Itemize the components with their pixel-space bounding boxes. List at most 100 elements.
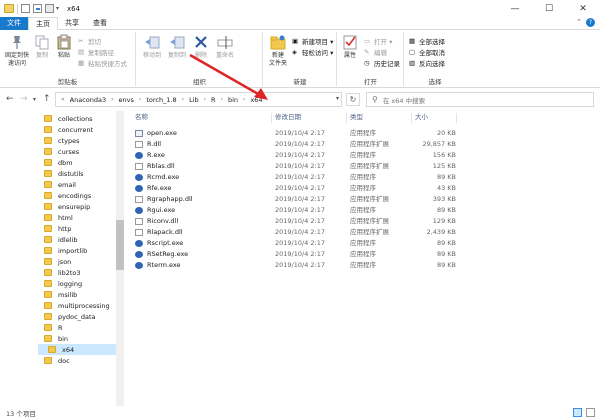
address-dropdown-icon[interactable]: ▾ [336, 95, 339, 102]
easy-access-button[interactable]: ◈ 轻松访问 ▾ [292, 47, 333, 57]
column-header-size[interactable]: 大小 [415, 111, 428, 124]
open-button[interactable]: ▭ 打开 ▾ [364, 36, 392, 46]
tab-file[interactable]: 文件 [0, 17, 28, 30]
help-icon[interactable]: ? [586, 18, 595, 27]
select-all-button[interactable]: ▦ 全部选择 [409, 36, 445, 46]
tree-item[interactable]: msilib [44, 289, 77, 300]
breadcrumb-lib[interactable]: Lib [189, 96, 199, 104]
tab-home[interactable]: 主页 [28, 17, 58, 31]
tree-item[interactable]: doc [44, 355, 70, 366]
overflow-icon[interactable]: « [61, 96, 65, 103]
table-row[interactable]: Rfe.exe 2019/10/4 2:17 应用程序 43 KB [132, 183, 456, 194]
tree-item[interactable]: email [44, 179, 76, 190]
tab-share[interactable]: 共享 [58, 17, 86, 30]
file-size: 89 KB [436, 250, 456, 258]
copy-path-button[interactable]: ▤ 复制路径 [78, 47, 114, 57]
large-icons-view-icon[interactable] [586, 408, 595, 417]
tree-item[interactable]: http [44, 223, 71, 234]
column-divider[interactable] [346, 113, 347, 123]
invert-selection-button[interactable]: ▧ 反向选择 [409, 58, 445, 68]
tree-item-selected[interactable]: x64 [38, 344, 116, 355]
table-row[interactable]: Rgui.exe 2019/10/4 2:17 应用程序 89 KB [132, 205, 456, 216]
maximize-button[interactable]: ☐ [532, 0, 566, 17]
paste-shortcut-button[interactable]: ▦ 粘贴快捷方式 [78, 58, 127, 68]
paste-button[interactable]: 粘贴 [55, 34, 73, 60]
properties-button[interactable]: 属性 [340, 34, 360, 60]
column-divider[interactable] [271, 113, 272, 123]
up-icon[interactable]: ↑ [43, 94, 51, 104]
tree-item[interactable]: importlib [44, 245, 87, 256]
folder-icon [44, 181, 52, 188]
copy-button[interactable]: 复制 [33, 34, 51, 60]
table-row[interactable]: Rlapack.dll 2019/10/4 2:17 应用程序扩展 2,439 KB [132, 227, 456, 238]
table-row[interactable]: Rblas.dll 2019/10/4 2:17 应用程序扩展 125 KB [132, 161, 456, 172]
column-divider[interactable] [411, 113, 412, 123]
minimize-button[interactable]: — [498, 0, 532, 17]
tree-item[interactable]: json [44, 256, 71, 267]
breadcrumb-envs[interactable]: envs [119, 96, 134, 104]
chevron-down-icon[interactable]: ▾ [56, 5, 59, 12]
details-view-icon[interactable] [573, 408, 582, 417]
table-row[interactable]: Rgraphapp.dll 2019/10/4 2:17 应用程序扩展 393 KB [132, 194, 456, 205]
tree-item[interactable]: ensurepip [44, 201, 90, 212]
breadcrumb-anaconda3[interactable]: Anaconda3 [70, 96, 106, 104]
table-row[interactable]: open.exe 2019/10/4 2:17 应用程序 20 KB [132, 128, 456, 139]
cut-button[interactable]: ✂ 剪切 [78, 36, 101, 46]
edit-button[interactable]: ✎ 编辑 [364, 47, 387, 57]
column-header-date[interactable]: 修改日期 [275, 111, 301, 124]
search-input[interactable]: ⚲ 在 x64 中搜索 [366, 92, 594, 107]
delete-label: 删除 [194, 52, 207, 59]
new-folder-quick-icon[interactable] [33, 4, 42, 13]
pin-quick-access-button[interactable]: 固定到快 速访问 [3, 34, 31, 68]
recent-chevron-icon[interactable]: ▾ [33, 96, 36, 103]
tab-view[interactable]: 查看 [86, 17, 114, 30]
copy-to-button[interactable]: 复制到 [165, 34, 189, 60]
tree-item[interactable]: html [44, 212, 73, 223]
tree-item[interactable]: R [44, 322, 63, 333]
tree-item[interactable]: collections [44, 113, 93, 124]
tree-item[interactable]: lib2to3 [44, 267, 81, 278]
breadcrumb-r[interactable]: R [211, 96, 216, 104]
properties-quick-icon[interactable] [21, 4, 30, 13]
tree-item[interactable]: concurrent [44, 124, 93, 135]
chevron-up-icon[interactable]: ⌃ [576, 18, 582, 26]
tree-item[interactable]: logging [44, 278, 82, 289]
tree-item[interactable]: dbm [44, 157, 73, 168]
tree-item[interactable]: multiprocessing [44, 300, 110, 311]
column-header-type[interactable]: 类型 [350, 111, 363, 124]
tree-item[interactable]: pydoc_data [44, 311, 96, 322]
table-row[interactable]: Rscript.exe 2019/10/4 2:17 应用程序 89 KB [132, 238, 456, 249]
table-row[interactable]: Rcmd.exe 2019/10/4 2:17 应用程序 89 KB [132, 172, 456, 183]
address-bar[interactable]: « Anaconda3 › envs › torch_1.8 › Lib › R… [55, 92, 342, 107]
delete-button[interactable]: 删除 [191, 34, 211, 60]
column-divider[interactable] [456, 113, 457, 123]
breadcrumb-torch[interactable]: torch_1.8 [146, 96, 176, 104]
table-row[interactable]: RSetReg.exe 2019/10/4 2:17 应用程序 89 KB [132, 249, 456, 260]
tree-item[interactable]: encodings [44, 190, 91, 201]
tree-item[interactable]: curses [44, 146, 79, 157]
tree-item[interactable]: distutils [44, 168, 84, 179]
breadcrumb-bin[interactable]: bin [228, 96, 238, 104]
column-header-name[interactable]: 名称 [135, 111, 148, 124]
select-none-button[interactable]: ▢ 全部取消 [409, 47, 445, 57]
table-row[interactable]: R.dll 2019/10/4 2:17 应用程序扩展 29,857 KB [132, 139, 456, 150]
breadcrumb-x64[interactable]: x64 [250, 96, 262, 104]
close-button[interactable]: ✕ [566, 0, 600, 17]
table-row[interactable]: Rterm.exe 2019/10/4 2:17 应用程序 89 KB [132, 260, 456, 271]
tree-item[interactable]: ctypes [44, 135, 79, 146]
table-row[interactable]: Riconv.dll 2019/10/4 2:17 应用程序扩展 129 KB [132, 216, 456, 227]
new-folder-button[interactable]: 新建 文件夹 [266, 34, 290, 68]
tree-scrollbar-thumb[interactable] [116, 220, 124, 270]
new-item-button[interactable]: ▣ 新建项目 ▾ [292, 36, 333, 46]
history-button[interactable]: ◷ 历史记录 [364, 58, 400, 68]
tree-item[interactable]: idlelib [44, 234, 77, 245]
forward-icon[interactable]: → [20, 94, 28, 104]
tree-item[interactable]: bin [44, 333, 68, 344]
back-icon[interactable]: ← [6, 94, 14, 104]
refresh-icon[interactable]: ↻ [346, 93, 360, 106]
rename-button[interactable]: 重命名 [214, 34, 236, 60]
select-none-label: 全部取消 [419, 49, 445, 57]
table-row[interactable]: R.exe 2019/10/4 2:17 应用程序 156 KB [132, 150, 456, 161]
pin-quick-icon[interactable] [45, 4, 54, 13]
move-to-button[interactable]: 移动到 [140, 34, 164, 60]
